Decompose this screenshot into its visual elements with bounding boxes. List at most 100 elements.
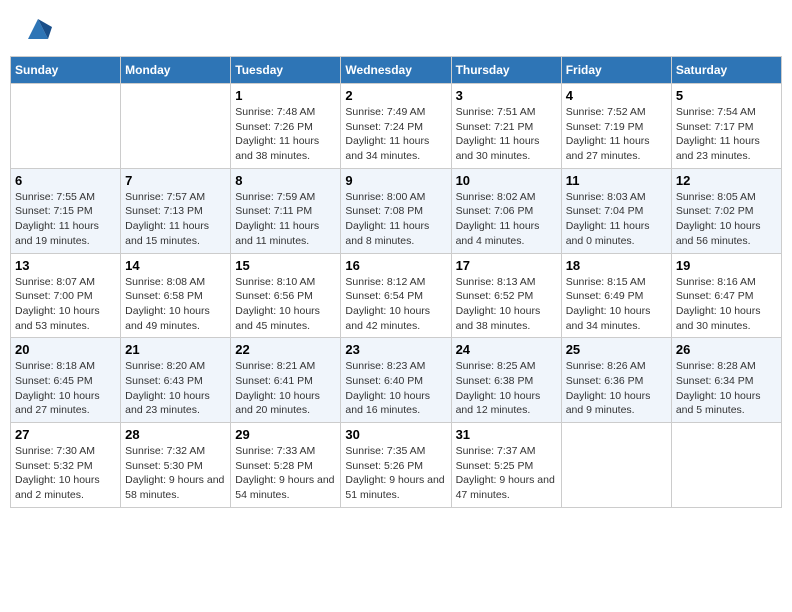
day-number: 1 [235,88,336,103]
day-number: 3 [456,88,557,103]
calendar-cell: 13 Sunrise: 8:07 AM Sunset: 7:00 PM Dayli… [11,253,121,338]
day-number: 17 [456,258,557,273]
day-info: Sunrise: 8:02 AM Sunset: 7:06 PM Dayligh… [456,190,557,249]
calendar-cell: 3 Sunrise: 7:51 AM Sunset: 7:21 PM Daylig… [451,84,561,169]
day-info: Sunrise: 8:15 AM Sunset: 6:49 PM Dayligh… [566,275,667,334]
day-number: 28 [125,427,226,442]
day-number: 14 [125,258,226,273]
day-info: Sunrise: 7:37 AM Sunset: 5:25 PM Dayligh… [456,444,557,503]
day-info: Sunrise: 8:05 AM Sunset: 7:02 PM Dayligh… [676,190,777,249]
day-number: 18 [566,258,667,273]
calendar-cell [121,84,231,169]
calendar-cell: 6 Sunrise: 7:55 AM Sunset: 7:15 PM Daylig… [11,168,121,253]
day-number: 23 [345,342,446,357]
day-info: Sunrise: 8:21 AM Sunset: 6:41 PM Dayligh… [235,359,336,418]
day-info: Sunrise: 7:51 AM Sunset: 7:21 PM Dayligh… [456,105,557,164]
day-info: Sunrise: 8:18 AM Sunset: 6:45 PM Dayligh… [15,359,116,418]
weekday-header: Monday [121,57,231,84]
calendar-cell: 21 Sunrise: 8:20 AM Sunset: 6:43 PM Dayli… [121,338,231,423]
day-number: 10 [456,173,557,188]
day-info: Sunrise: 7:48 AM Sunset: 7:26 PM Dayligh… [235,105,336,164]
calendar-cell: 11 Sunrise: 8:03 AM Sunset: 7:04 PM Dayli… [561,168,671,253]
day-info: Sunrise: 8:16 AM Sunset: 6:47 PM Dayligh… [676,275,777,334]
logo-icon [24,15,52,43]
day-number: 16 [345,258,446,273]
calendar-cell: 17 Sunrise: 8:13 AM Sunset: 6:52 PM Dayli… [451,253,561,338]
calendar-cell: 10 Sunrise: 8:02 AM Sunset: 7:06 PM Dayli… [451,168,561,253]
day-info: Sunrise: 8:23 AM Sunset: 6:40 PM Dayligh… [345,359,446,418]
day-info: Sunrise: 8:03 AM Sunset: 7:04 PM Dayligh… [566,190,667,249]
page-header [10,10,782,48]
day-number: 5 [676,88,777,103]
day-number: 9 [345,173,446,188]
calendar-cell [671,423,781,508]
calendar-cell: 18 Sunrise: 8:15 AM Sunset: 6:49 PM Dayli… [561,253,671,338]
weekday-header-row: SundayMondayTuesdayWednesdayThursdayFrid… [11,57,782,84]
day-number: 11 [566,173,667,188]
logo [20,15,52,43]
day-number: 25 [566,342,667,357]
day-info: Sunrise: 7:35 AM Sunset: 5:26 PM Dayligh… [345,444,446,503]
calendar-cell: 8Sunrise: 7:59 AM Sunset: 7:11 PM Daylig… [231,168,341,253]
calendar-cell: 22 Sunrise: 8:21 AM Sunset: 6:41 PM Dayli… [231,338,341,423]
calendar-cell: 7 Sunrise: 7:57 AM Sunset: 7:13 PM Daylig… [121,168,231,253]
calendar-cell: 16 Sunrise: 8:12 AM Sunset: 6:54 PM Dayli… [341,253,451,338]
day-number: 22 [235,342,336,357]
day-info: Sunrise: 7:32 AM Sunset: 5:30 PM Dayligh… [125,444,226,503]
day-info: Sunrise: 7:49 AM Sunset: 7:24 PM Dayligh… [345,105,446,164]
calendar-week-row: 6 Sunrise: 7:55 AM Sunset: 7:15 PM Daylig… [11,168,782,253]
calendar-cell: 23 Sunrise: 8:23 AM Sunset: 6:40 PM Dayli… [341,338,451,423]
calendar-cell: 12 Sunrise: 8:05 AM Sunset: 7:02 PM Dayli… [671,168,781,253]
day-info: Sunrise: 7:54 AM Sunset: 7:17 PM Dayligh… [676,105,777,164]
calendar-cell: 15Sunrise: 8:10 AM Sunset: 6:56 PM Dayli… [231,253,341,338]
day-info: Sunrise: 7:52 AM Sunset: 7:19 PM Dayligh… [566,105,667,164]
day-number: 6 [15,173,116,188]
day-info: Sunrise: 8:20 AM Sunset: 6:43 PM Dayligh… [125,359,226,418]
day-info: Sunrise: 8:00 AM Sunset: 7:08 PM Dayligh… [345,190,446,249]
weekday-header: Saturday [671,57,781,84]
calendar-cell: 1 Sunrise: 7:48 AM Sunset: 7:26 PM Daylig… [231,84,341,169]
day-number: 2 [345,88,446,103]
day-number: 30 [345,427,446,442]
calendar-cell: 28 Sunrise: 7:32 AM Sunset: 5:30 PM Dayli… [121,423,231,508]
calendar-cell [561,423,671,508]
weekday-header: Thursday [451,57,561,84]
day-number: 19 [676,258,777,273]
weekday-header: Wednesday [341,57,451,84]
day-number: 15 [235,258,336,273]
weekday-header: Friday [561,57,671,84]
day-info: Sunrise: 7:57 AM Sunset: 7:13 PM Dayligh… [125,190,226,249]
day-number: 12 [676,173,777,188]
day-info: Sunrise: 8:28 AM Sunset: 6:34 PM Dayligh… [676,359,777,418]
calendar-week-row: 27 Sunrise: 7:30 AM Sunset: 5:32 PM Dayli… [11,423,782,508]
calendar-cell: 30 Sunrise: 7:35 AM Sunset: 5:26 PM Dayli… [341,423,451,508]
day-info: Sunrise: 8:25 AM Sunset: 6:38 PM Dayligh… [456,359,557,418]
day-info: Sunrise: 8:26 AM Sunset: 6:36 PM Dayligh… [566,359,667,418]
day-number: 8 [235,173,336,188]
day-number: 13 [15,258,116,273]
day-number: 24 [456,342,557,357]
day-info: Sunrise: 8:13 AM Sunset: 6:52 PM Dayligh… [456,275,557,334]
calendar-week-row: 1 Sunrise: 7:48 AM Sunset: 7:26 PM Daylig… [11,84,782,169]
day-number: 31 [456,427,557,442]
calendar-cell: 5 Sunrise: 7:54 AM Sunset: 7:17 PM Daylig… [671,84,781,169]
day-number: 29 [235,427,336,442]
day-info: Sunrise: 8:12 AM Sunset: 6:54 PM Dayligh… [345,275,446,334]
day-number: 27 [15,427,116,442]
day-number: 7 [125,173,226,188]
day-info: Sunrise: 7:55 AM Sunset: 7:15 PM Dayligh… [15,190,116,249]
day-number: 21 [125,342,226,357]
weekday-header: Sunday [11,57,121,84]
calendar-cell: 4Sunrise: 7:52 AM Sunset: 7:19 PM Daylig… [561,84,671,169]
calendar-cell [11,84,121,169]
calendar-cell: 9 Sunrise: 8:00 AM Sunset: 7:08 PM Daylig… [341,168,451,253]
weekday-header: Tuesday [231,57,341,84]
calendar-week-row: 20Sunrise: 8:18 AM Sunset: 6:45 PM Dayli… [11,338,782,423]
day-info: Sunrise: 8:08 AM Sunset: 6:58 PM Dayligh… [125,275,226,334]
calendar-week-row: 13 Sunrise: 8:07 AM Sunset: 7:00 PM Dayli… [11,253,782,338]
calendar-cell: 20Sunrise: 8:18 AM Sunset: 6:45 PM Dayli… [11,338,121,423]
calendar-cell: 29Sunrise: 7:33 AM Sunset: 5:28 PM Dayli… [231,423,341,508]
day-info: Sunrise: 7:30 AM Sunset: 5:32 PM Dayligh… [15,444,116,503]
calendar-cell: 31 Sunrise: 7:37 AM Sunset: 5:25 PM Dayli… [451,423,561,508]
day-info: Sunrise: 8:07 AM Sunset: 7:00 PM Dayligh… [15,275,116,334]
